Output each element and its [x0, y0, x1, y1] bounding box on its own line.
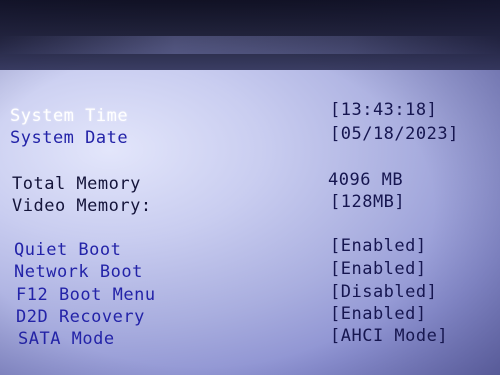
- header-glow: [0, 36, 500, 54]
- bios-header-bar: [0, 0, 500, 70]
- f12-boot-menu-value[interactable]: [Disabled]: [330, 282, 437, 302]
- system-date-value[interactable]: [05/18/2023]: [330, 124, 459, 144]
- sata-mode-value[interactable]: [AHCI Mode]: [330, 326, 448, 346]
- f12-boot-menu-label[interactable]: F12 Boot Menu: [16, 285, 156, 305]
- system-date-label[interactable]: System Date: [10, 128, 128, 148]
- network-boot-value[interactable]: [Enabled]: [330, 259, 427, 279]
- quiet-boot-value[interactable]: [Enabled]: [330, 236, 427, 256]
- d2d-recovery-label[interactable]: D2D Recovery: [16, 307, 145, 327]
- video-memory-value: [128MB]: [330, 192, 406, 212]
- quiet-boot-label[interactable]: Quiet Boot: [14, 240, 121, 260]
- video-memory-label: Video Memory:: [12, 196, 152, 216]
- system-time-value[interactable]: [13:43:18]: [330, 100, 437, 120]
- network-boot-label[interactable]: Network Boot: [14, 262, 143, 282]
- sata-mode-label[interactable]: SATA Mode: [18, 329, 115, 349]
- total-memory-value: 4096 MB: [328, 170, 404, 190]
- system-time-label[interactable]: System Time: [10, 106, 128, 126]
- bios-screen: System Time [13:43:18] System Date [05/1…: [0, 0, 500, 375]
- total-memory-label: Total Memory: [12, 174, 141, 194]
- d2d-recovery-value[interactable]: [Enabled]: [330, 304, 427, 324]
